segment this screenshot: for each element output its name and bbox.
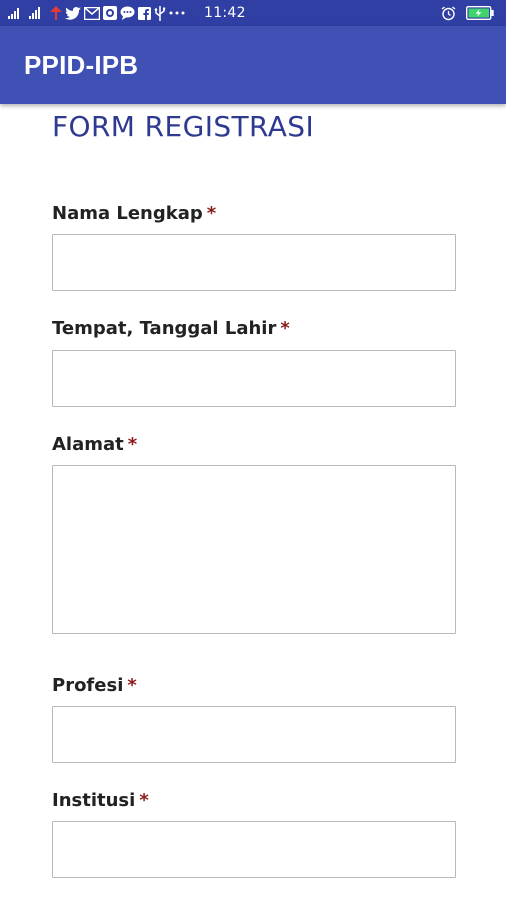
signal-icon <box>8 5 26 21</box>
app-bar: PPID-IPB <box>0 26 506 104</box>
chat-icon <box>120 5 135 21</box>
tempat-tanggal-lahir-label-text: Tempat, Tanggal Lahir <box>52 318 277 339</box>
required-mark: * <box>127 675 137 696</box>
status-bar: 11:42 <box>0 0 506 26</box>
alamat-label: Alamat * <box>52 434 137 455</box>
nama-lengkap-label: Nama Lengkap * <box>52 203 216 224</box>
required-mark: * <box>139 790 149 811</box>
nama-lengkap-label-text: Nama Lengkap <box>52 203 203 224</box>
alamat-label-text: Alamat <box>52 434 124 455</box>
tempat-tanggal-lahir-label: Tempat, Tanggal Lahir * <box>52 318 290 339</box>
profesi-label-text: Profesi <box>52 675 124 696</box>
mail-icon <box>84 5 100 21</box>
profesi-label: Profesi * <box>52 675 137 696</box>
signal-2-icon <box>29 5 47 21</box>
status-time: 11:42 <box>204 5 246 21</box>
app-title: PPID-IPB <box>24 49 139 80</box>
nama-lengkap-input[interactable] <box>52 234 456 291</box>
alamat-textarea[interactable] <box>52 465 456 634</box>
required-mark: * <box>206 203 217 224</box>
institusi-label-text: Institusi <box>52 790 136 811</box>
battery-icon <box>466 5 494 21</box>
location-icon <box>50 5 62 21</box>
required-mark: * <box>280 318 290 339</box>
tempat-tanggal-lahir-input[interactable] <box>52 350 456 407</box>
institusi-label: Institusi * <box>52 790 149 811</box>
profesi-input[interactable] <box>52 706 456 763</box>
usb-icon <box>154 5 166 21</box>
messenger-app-icon <box>103 5 117 21</box>
required-mark: * <box>127 434 138 455</box>
alarm-icon <box>441 5 456 21</box>
twitter-icon <box>65 5 81 21</box>
system-icons <box>441 5 506 21</box>
institusi-input[interactable] <box>52 821 456 878</box>
facebook-icon <box>138 5 151 21</box>
form-heading: FORM REGISTRASI <box>52 110 315 143</box>
more-icon <box>169 5 185 21</box>
notification-icons: 11:42 <box>0 5 246 21</box>
